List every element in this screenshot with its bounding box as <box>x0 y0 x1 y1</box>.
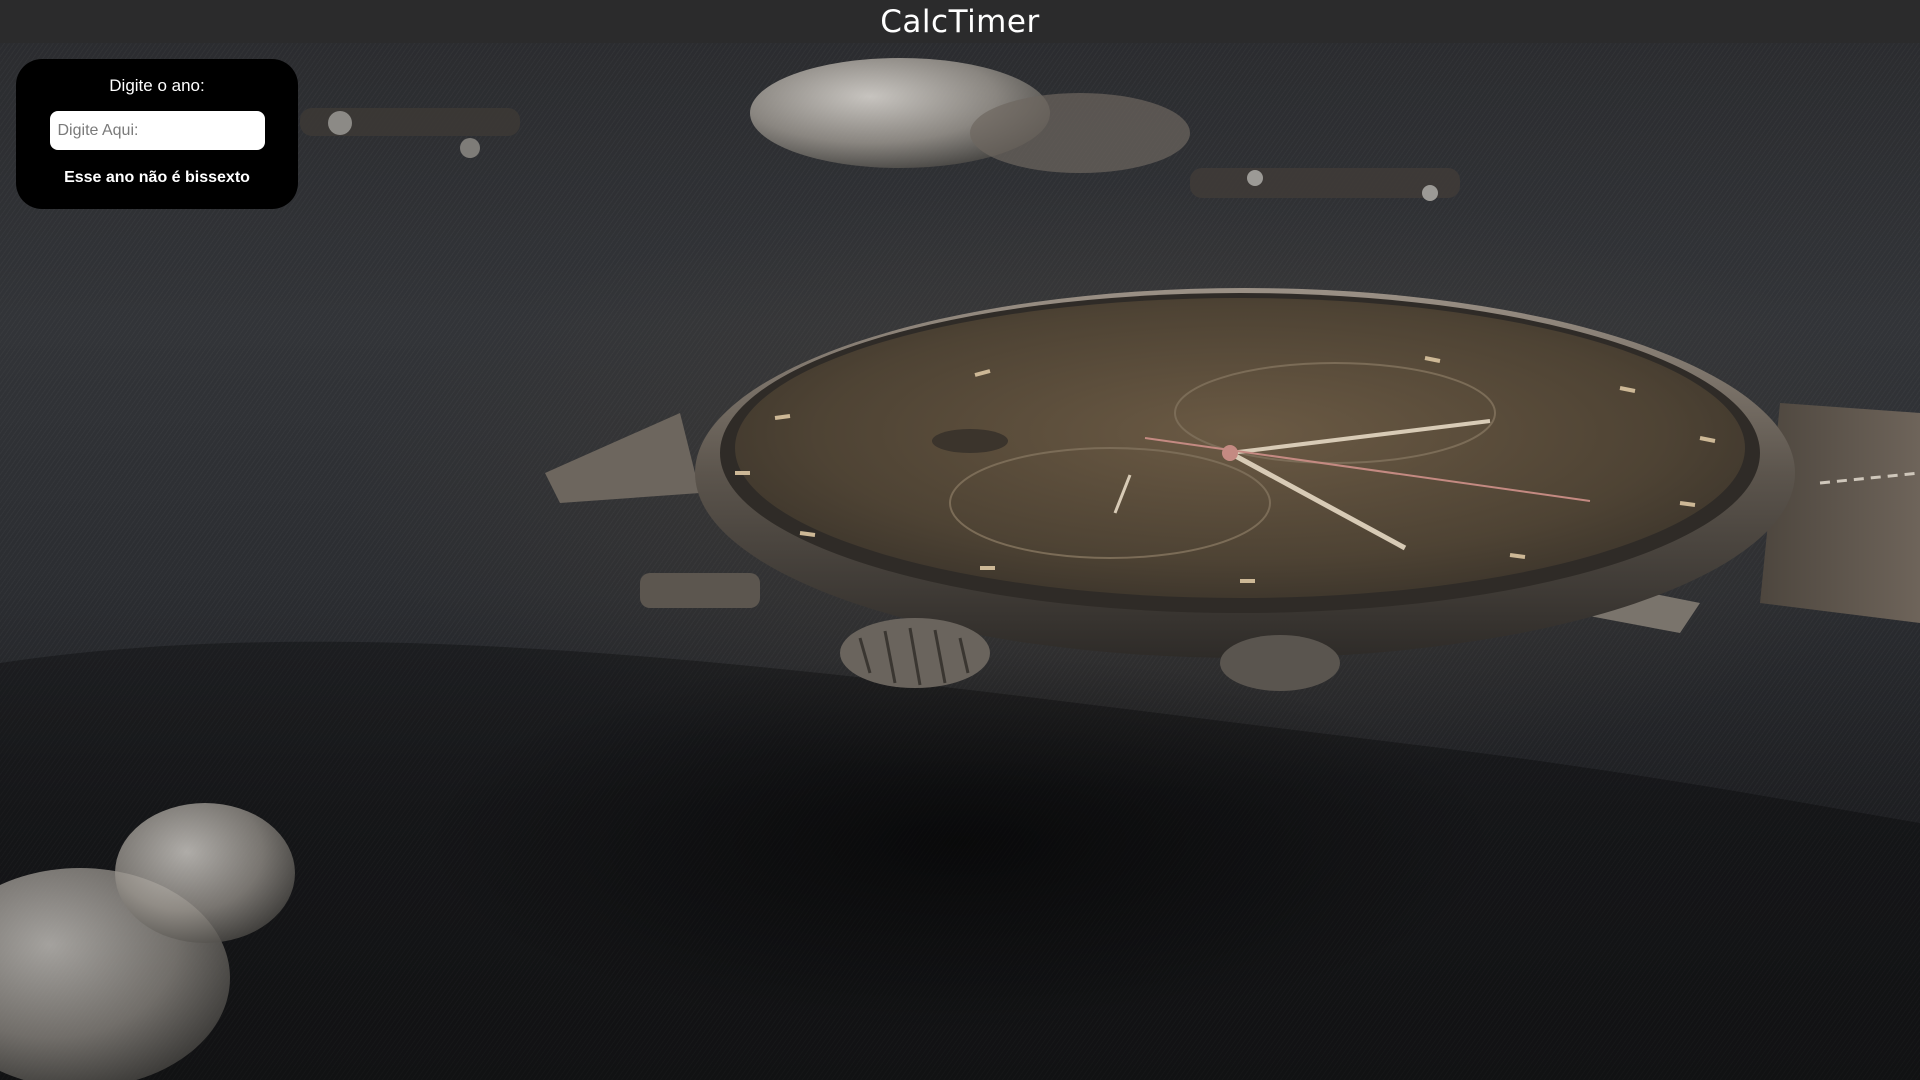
app-header: CalcTimer <box>0 0 1920 43</box>
leap-year-card: Digite o ano: Esse ano não é bissexto <box>16 59 298 209</box>
leap-year-result: Esse ano não é bissexto <box>64 169 250 186</box>
year-input[interactable] <box>49 111 265 150</box>
app-title: CalcTimer <box>880 3 1040 40</box>
year-label: Digite o ano: <box>109 76 205 95</box>
